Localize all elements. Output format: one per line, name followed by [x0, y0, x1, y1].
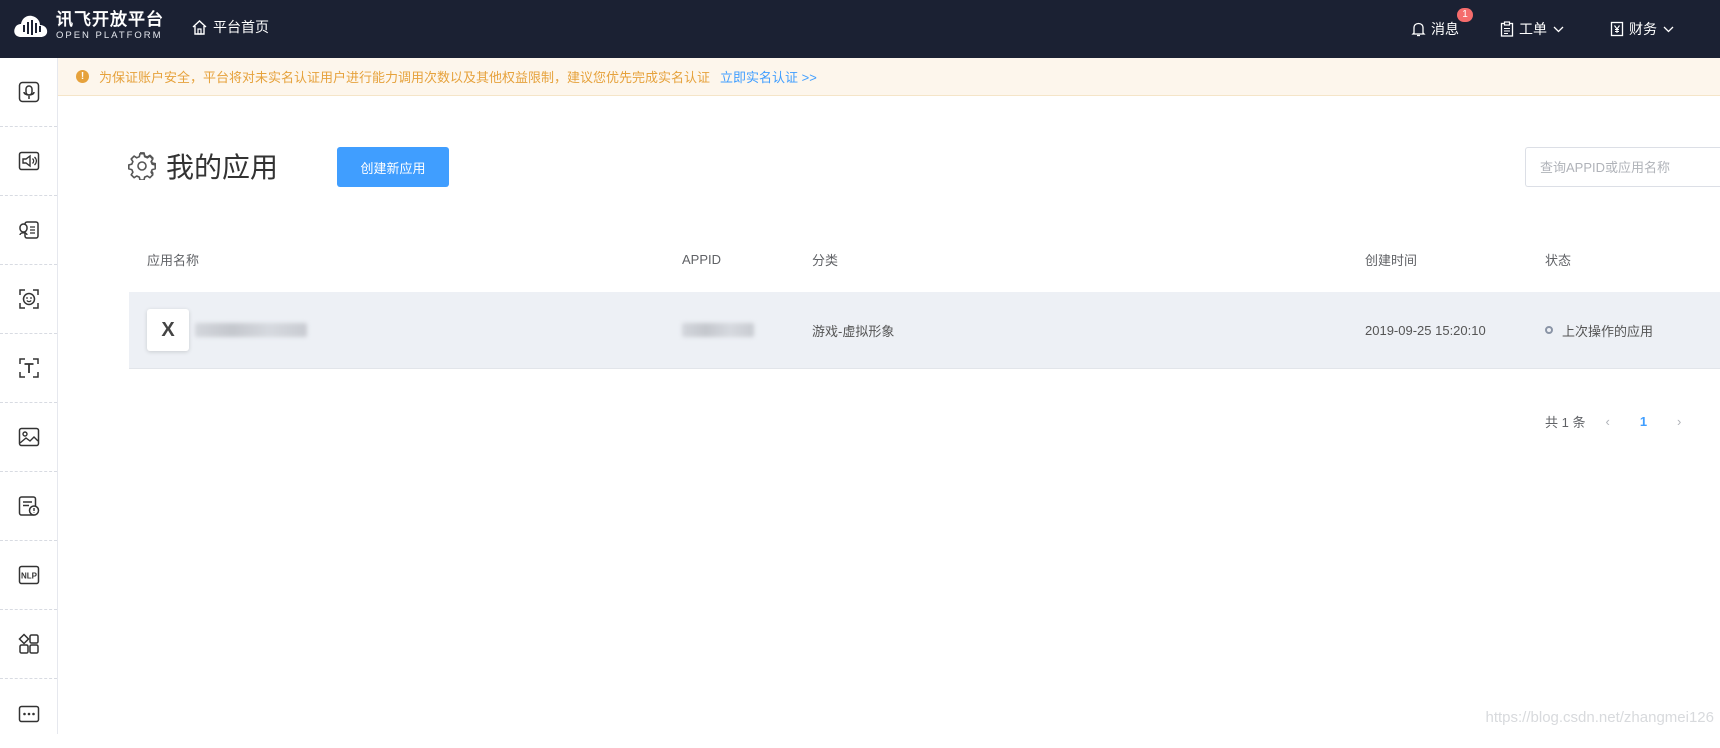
column-header-category: 分类	[812, 250, 1365, 269]
gear-icon	[128, 152, 156, 180]
table-header: 应用名称 APPID 分类 创建时间 状态	[129, 226, 1720, 292]
logo-cloud-icon	[12, 11, 50, 41]
nav-home-link[interactable]: 平台首页	[191, 17, 269, 37]
finance-menu[interactable]: 财务	[1610, 19, 1679, 39]
sidebar-item-speech-synthesis[interactable]	[0, 127, 57, 196]
column-header-appid: APPID	[682, 252, 812, 267]
column-header-name: 应用名称	[129, 250, 682, 269]
chevron-down-icon	[1663, 26, 1674, 33]
tickets-label: 工单	[1519, 19, 1547, 39]
pagination: 共 1 条 ‹ 1 ›	[1545, 412, 1681, 431]
nav-home-label: 平台首页	[213, 17, 269, 37]
page-title: 我的应用	[166, 146, 278, 186]
top-navigation-bar: 讯飞开放平台 OPEN PLATFORM 平台首页 消息 1 工单 财务	[0, 0, 1720, 58]
sidebar-item-apps[interactable]	[0, 610, 57, 679]
app-status: 上次操作的应用	[1562, 321, 1653, 340]
sidebar-item-image[interactable]	[0, 403, 57, 472]
speech-synthesis-icon	[17, 149, 41, 173]
status-dot-icon	[1545, 326, 1553, 334]
clipboard-icon	[1500, 21, 1514, 37]
app-category: 游戏-虚拟形象	[812, 321, 1365, 340]
home-icon	[191, 19, 208, 36]
text-icon	[17, 356, 41, 380]
nlp-icon-text: NLP	[21, 572, 38, 581]
sidebar-item-nlp[interactable]: NLP	[0, 541, 57, 610]
column-header-created: 创建时间	[1365, 250, 1545, 269]
voice-recognition-icon	[17, 80, 41, 104]
image-icon	[17, 425, 41, 449]
face-icon	[17, 287, 41, 311]
logo[interactable]: 讯飞开放平台 OPEN PLATFORM	[12, 11, 164, 41]
pagination-total: 共 1 条	[1545, 412, 1585, 431]
page-header: 我的应用	[128, 146, 278, 186]
voice-card-icon	[17, 218, 41, 242]
create-app-button[interactable]: 创建新应用	[337, 147, 449, 187]
messages-badge: 1	[1457, 8, 1473, 22]
app-name-redacted[interactable]	[195, 323, 307, 337]
verify-now-link[interactable]: 立即实名认证 >>	[720, 67, 817, 86]
sidebar-item-voice-recognition[interactable]	[0, 58, 57, 127]
messages-button[interactable]: 消息 1	[1411, 19, 1459, 39]
logo-title: 讯飞开放平台	[56, 11, 164, 28]
app-created-time: 2019-09-25 15:20:10	[1365, 323, 1545, 338]
watermark: https://blog.csdn.net/zhangmei126	[1486, 709, 1715, 726]
table-row[interactable]: X 游戏-虚拟形象 2019-09-25 15:20:10 上次操作的应用	[129, 292, 1720, 369]
warning-icon: !	[76, 70, 89, 83]
sidebar-item-text[interactable]	[0, 334, 57, 403]
doc-scan-icon	[17, 494, 41, 518]
sidebar: NLP	[0, 58, 58, 734]
verification-notice-bar: ! 为保证账户安全，平台将对未实名认证用户进行能力调用次数以及其他权益限制，建议…	[58, 58, 1720, 96]
appid-redacted	[682, 323, 754, 337]
sidebar-item-doc-scan[interactable]	[0, 472, 57, 541]
logo-subtitle: OPEN PLATFORM	[56, 31, 164, 41]
chevron-down-icon	[1553, 26, 1564, 33]
nlp-icon: NLP	[17, 563, 41, 587]
messages-label: 消息	[1431, 19, 1459, 39]
tickets-menu[interactable]: 工单	[1500, 19, 1569, 39]
app-avatar[interactable]: X	[147, 309, 189, 351]
sidebar-item-face[interactable]	[0, 265, 57, 334]
yuan-icon	[1610, 21, 1624, 37]
sidebar-item-voice-card[interactable]	[0, 196, 57, 265]
pagination-prev-button[interactable]: ‹	[1605, 414, 1609, 429]
apps-grid-icon	[17, 632, 41, 656]
pagination-next-button[interactable]: ›	[1677, 414, 1681, 429]
pagination-page-1[interactable]: 1	[1640, 414, 1647, 429]
column-header-status: 状态	[1545, 250, 1720, 269]
search-input[interactable]	[1525, 147, 1720, 187]
apps-table: 应用名称 APPID 分类 创建时间 状态 X 游戏-虚拟形象 2019-09-…	[129, 226, 1720, 369]
sidebar-item-more[interactable]	[0, 679, 57, 748]
notice-text: 为保证账户安全，平台将对未实名认证用户进行能力调用次数以及其他权益限制，建议您优…	[99, 67, 710, 86]
finance-label: 财务	[1629, 19, 1657, 39]
bell-icon	[1411, 21, 1426, 37]
more-icon	[17, 702, 41, 726]
